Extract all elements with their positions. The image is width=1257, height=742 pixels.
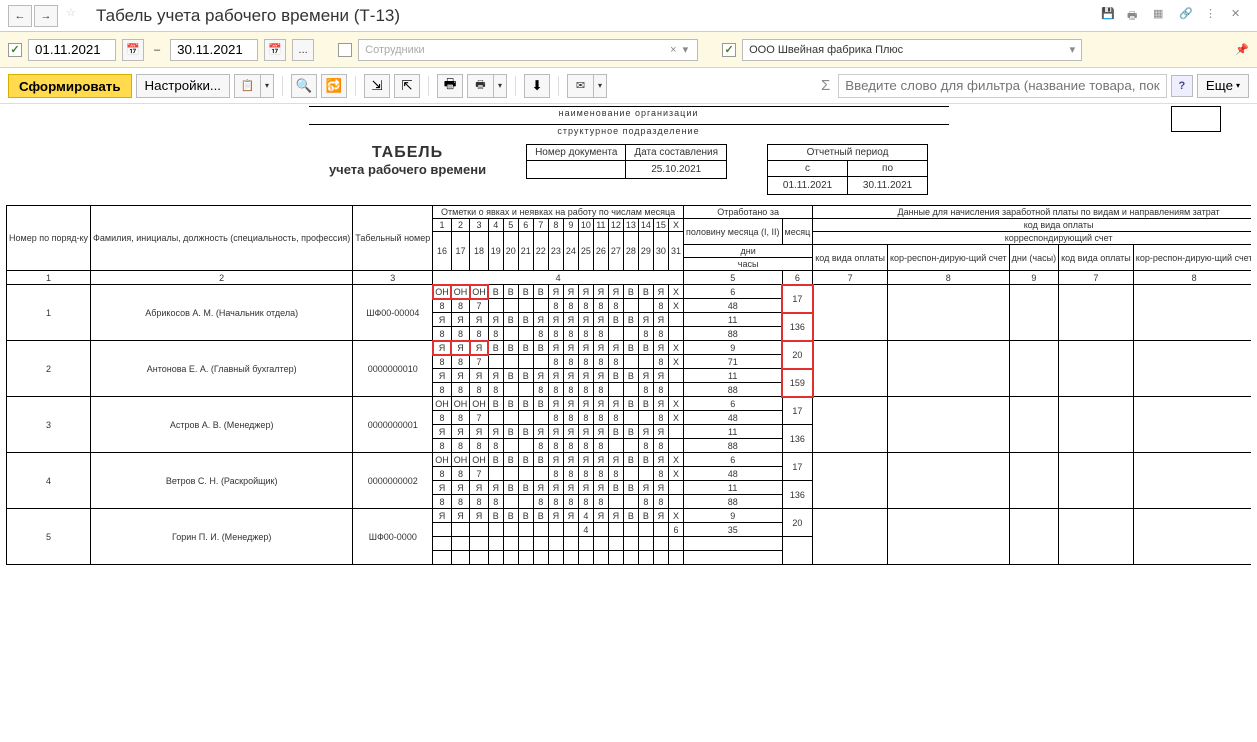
calc-icon[interactable]: ▦ — [1153, 7, 1171, 25]
employees-checkbox[interactable] — [338, 43, 352, 57]
sum-icon[interactable]: Σ — [821, 77, 830, 94]
report-title: ТАБЕЛЬ учета рабочего времени — [329, 144, 486, 177]
help-button[interactable]: ? — [1171, 75, 1193, 97]
date-from-input[interactable] — [28, 39, 116, 61]
period-box: Отчетный период спо 01.11.202130.11.2021 — [767, 144, 928, 195]
print-icon[interactable]: 🖶 — [1127, 7, 1145, 25]
back-button[interactable]: ← — [8, 5, 32, 27]
titlebar: ← → ☆ Табель учета рабочего времени (Т-1… — [0, 0, 1257, 32]
more-button[interactable]: Еще ▾ — [1197, 74, 1249, 98]
print-button[interactable]: 🖶 — [437, 74, 463, 98]
employees-placeholder: Сотрудники — [365, 44, 425, 56]
filter-input[interactable] — [838, 74, 1167, 98]
expand-button[interactable]: ⇲ — [364, 74, 390, 98]
email-button[interactable]: ✉▾ — [567, 74, 607, 98]
report-area[interactable]: наименование организации структурное под… — [0, 104, 1257, 742]
form-button[interactable]: Сформировать — [8, 74, 132, 98]
date-from-calendar-icon[interactable]: 📅 — [122, 39, 144, 61]
employees-field[interactable]: Сотрудники × ▾ — [358, 39, 698, 61]
more-icon[interactable]: ⋮ — [1205, 7, 1223, 25]
employees-clear-icon[interactable]: × — [667, 44, 679, 56]
forward-button[interactable]: → — [34, 5, 58, 27]
dept-caption: структурное подразделение — [309, 124, 949, 136]
settings-button[interactable]: Настройки... — [136, 74, 230, 98]
okud-box — [1171, 106, 1221, 132]
date-to-calendar-icon[interactable]: 📅 — [264, 39, 286, 61]
timesheet-grid: Номер по поряд-куФамилия, инициалы, долж… — [6, 205, 1251, 565]
find-next-button[interactable]: 🔂 — [321, 74, 347, 98]
variants-button[interactable]: 📋▾ — [234, 74, 274, 98]
find-button[interactable]: 🔍 — [291, 74, 317, 98]
period-picker-button[interactable]: ... — [292, 39, 314, 61]
pin-icon[interactable]: 📌 — [1235, 43, 1249, 56]
collapse-button[interactable]: ⇱ — [394, 74, 420, 98]
org-dropdown-icon[interactable]: ▾ — [1070, 43, 1076, 56]
org-field[interactable]: ООО Швейная фабрика Плюс ▾ — [742, 39, 1082, 61]
org-caption: наименование организации — [309, 106, 949, 118]
print-split-button[interactable]: 🖶▾ — [467, 74, 507, 98]
doc-meta-box: Номер документаДата составления 25.10.20… — [526, 144, 727, 179]
filterbar: 📅 – 📅 ... Сотрудники × ▾ ООО Швейная фаб… — [0, 32, 1257, 68]
date-to-input[interactable] — [170, 39, 258, 61]
favorite-icon[interactable]: ☆ — [66, 6, 86, 26]
close-icon[interactable]: ✕ — [1231, 7, 1249, 25]
link-icon[interactable]: 🔗 — [1179, 7, 1197, 25]
employees-dropdown-icon[interactable]: ▾ — [680, 43, 692, 56]
save-icon[interactable]: 💾 — [1101, 7, 1119, 25]
org-checkbox[interactable] — [722, 43, 736, 57]
date-checkbox[interactable] — [8, 43, 22, 57]
org-value: ООО Швейная фабрика Плюс — [749, 44, 903, 56]
page-title: Табель учета рабочего времени (Т-13) — [96, 6, 400, 26]
save-report-button[interactable]: ⬇ — [524, 74, 550, 98]
toolbar: Сформировать Настройки... 📋▾ 🔍 🔂 ⇲ ⇱ 🖶 🖶… — [0, 68, 1257, 104]
